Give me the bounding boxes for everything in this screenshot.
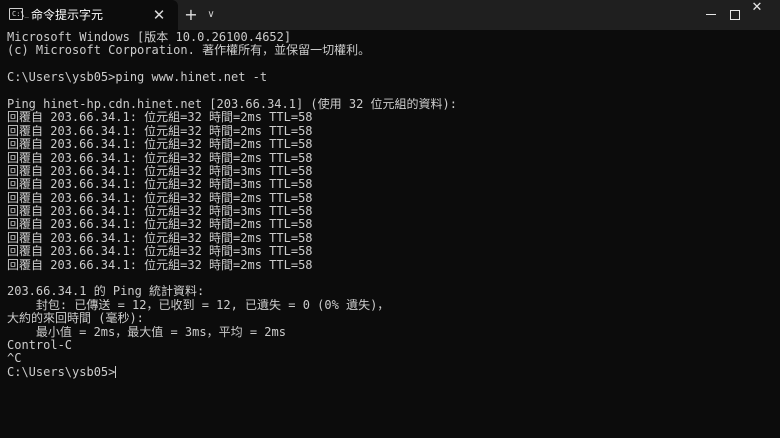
- terminal-line: 回覆自 203.66.34.1: 位元組=32 時間=3ms TTL=58: [7, 245, 313, 259]
- prompt-text: C:\Users\ysb05>: [7, 365, 116, 379]
- terminal-line: 回覆自 203.66.34.1: 位元組=32 時間=2ms TTL=58: [7, 218, 313, 232]
- terminal-line: Microsoft Windows [版本 10.0.26100.4652]: [7, 31, 292, 44]
- close-window-button[interactable]: ✕: [734, 0, 780, 30]
- terminal-line: 回覆自 203.66.34.1: 位元組=32 時間=2ms TTL=58: [7, 111, 313, 125]
- terminal-output[interactable]: Microsoft Windows [版本 10.0.26100.4652] (c…: [7, 31, 773, 431]
- terminal-icon-prompt: C:\_: [12, 10, 29, 18]
- terminal-line: 回覆自 203.66.34.1: 位元組=32 時間=2ms TTL=58: [7, 138, 313, 152]
- terminal-icon: C:\_: [9, 8, 29, 20]
- terminal-line: (c) Microsoft Corporation. 著作權所有，並保留一切權利…: [7, 44, 371, 58]
- title-bar[interactable]: C:\_ 命令提示字元 ✕ + ∨ ✕: [0, 0, 780, 30]
- new-tab-button[interactable]: +: [181, 5, 201, 25]
- terminal-line: C:\Users\ysb05>ping www.hinet.net -t: [7, 71, 268, 85]
- close-tab-icon[interactable]: ✕: [150, 6, 168, 24]
- terminal-line: 回覆自 203.66.34.1: 位元組=32 時間=2ms TTL=58: [7, 258, 313, 272]
- tab-title: 命令提示字元: [31, 8, 104, 22]
- terminal-line: 回覆自 203.66.34.1: 位元組=32 時間=3ms TTL=58: [7, 164, 313, 178]
- close-icon: ✕: [751, 0, 763, 15]
- terminal-line: ^C: [7, 352, 22, 366]
- terminal-line: 回覆自 203.66.34.1: 位元組=32 時間=3ms TTL=58: [7, 205, 313, 219]
- terminal-line: 203.66.34.1 的 Ping 統計資料:: [7, 285, 205, 299]
- terminal-line: 回覆自 203.66.34.1: 位元組=32 時間=3ms TTL=58: [7, 178, 313, 192]
- terminal-line: 最小值 = 2ms，最大值 = 3ms，平均 = 2ms: [7, 325, 286, 339]
- terminal-line: 大約的來回時間 (毫秒):: [7, 312, 144, 326]
- terminal-line: 回覆自 203.66.34.1: 位元組=32 時間=2ms TTL=58: [7, 191, 313, 205]
- chevron-down-icon[interactable]: ∨: [203, 5, 219, 25]
- terminal-line: 回覆自 203.66.34.1: 位元組=32 時間=2ms TTL=58: [7, 151, 313, 165]
- terminal-line: Control-C: [7, 338, 73, 352]
- terminal-window: C:\_ 命令提示字元 ✕ + ∨ ✕ Microsoft Windows [版…: [0, 0, 780, 438]
- text-cursor: [115, 365, 117, 378]
- tab-command-prompt[interactable]: C:\_ 命令提示字元 ✕: [0, 0, 178, 30]
- terminal-line: 回覆自 203.66.34.1: 位元組=32 時間=2ms TTL=58: [7, 124, 313, 138]
- terminal-line: 封包: 已傳送 = 12，已收到 = 12, 已遺失 = 0 (0% 遺失)，: [7, 298, 390, 312]
- terminal-line: Ping hinet-hp.cdn.hinet.net [203.66.34.1…: [7, 97, 458, 111]
- terminal-line: 回覆自 203.66.34.1: 位元組=32 時間=2ms TTL=58: [7, 231, 313, 245]
- scrollbar[interactable]: [774, 30, 780, 438]
- command-prompt-line[interactable]: C:\Users\ysb05>: [7, 365, 773, 379]
